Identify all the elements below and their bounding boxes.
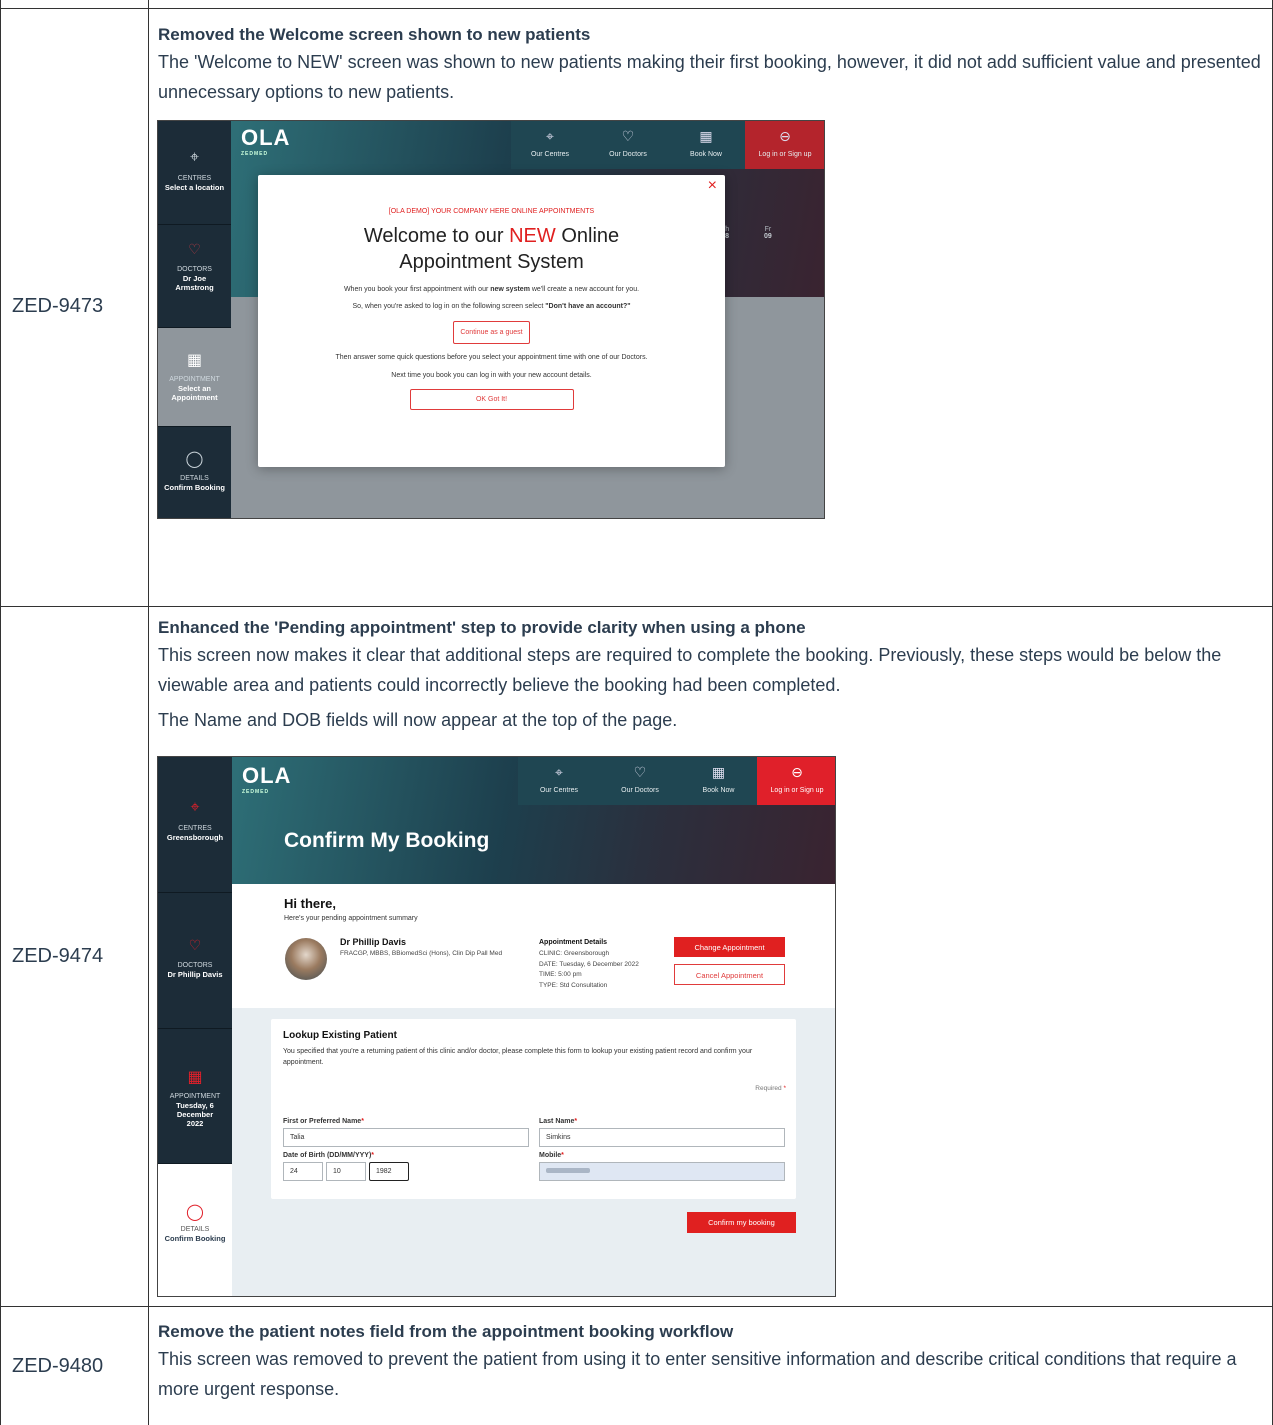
last-name-label: Last Name* [539, 1118, 578, 1125]
heart-pulse-icon: ♡ [633, 764, 647, 780]
confirm-booking-button[interactable]: Confirm my booking [687, 1212, 796, 1233]
step-appointment[interactable]: ▦ APPOINTMENT Select an Appointment [158, 328, 231, 427]
modal-line-2: So, when you're asked to log in on the f… [352, 303, 631, 310]
checkmark-circle-icon: ◯ [186, 1204, 204, 1221]
table-row: ZED-9480 Remove the patient notes field … [0, 1306, 1273, 1425]
dob-month-input[interactable]: 10 [326, 1162, 366, 1181]
step-doctors[interactable]: ♡ DOCTORS Dr Joe Armstrong [158, 225, 231, 328]
row-paragraph: This screen was removed to prevent the p… [158, 1349, 1237, 1399]
appointment-details-heading: Appointment Details [539, 939, 608, 946]
row-description: Removed the Welcome screen shown to new … [158, 23, 1263, 107]
row-description: Remove the patient notes field from the … [158, 1320, 1263, 1404]
nav-book-now[interactable]: ▦ Book Now [667, 121, 745, 169]
nav-book-now[interactable]: ▦ Book Now [680, 757, 757, 805]
modal-line-1: When you book your first appointment wit… [343, 286, 640, 293]
nav-our-centres[interactable]: ⌖ Our Centres [518, 757, 600, 805]
location-pin-icon: ⌖ [190, 799, 200, 816]
step-appointment[interactable]: ▦ APPOINTMENT Tuesday, 6 December 2022 [158, 1029, 232, 1164]
row-paragraph: This screen now makes it clear that addi… [158, 645, 1222, 695]
lookup-title: Lookup Existing Patient [283, 1030, 397, 1041]
required-note: Required * [755, 1085, 786, 1092]
hero-title: Confirm My Booking [284, 829, 490, 852]
doctor-avatar [285, 938, 327, 980]
ola-logo: OLA ZEDMED [241, 125, 291, 157]
nav-login-highlight[interactable]: ⊖ Log in or Sign up [757, 757, 835, 805]
checkmark-circle-icon: ◯ [185, 451, 204, 468]
calendar-icon: ▦ [711, 764, 726, 780]
appointment-details: CLINIC: Greensborough DATE: Tuesday, 6 D… [539, 950, 639, 989]
login-arrow-icon: ⊖ [791, 764, 803, 780]
modal-company: [OLA DEMO] YOUR COMPANY HERE ONLINE APPO… [388, 208, 595, 215]
dob-day-input[interactable]: 24 [283, 1162, 323, 1181]
ticket-id: ZED-9474 [12, 945, 104, 967]
ola-logo: OLA ZEDMED [242, 763, 292, 795]
release-notes-table: ZED-9473 Removed the Welcome screen show… [0, 0, 1273, 1425]
nav-login[interactable]: ⊖Log in or Sign up [745, 121, 824, 169]
location-pin-icon: ⌖ [189, 149, 199, 166]
heart-pulse-icon: ♡ [188, 937, 202, 953]
booking-steps-sidebar: ⌖ CENTRES Select a location ♡ DOCTORS Dr J… [158, 121, 231, 518]
lookup-card: Lookup Existing Patient You specified th… [271, 1019, 796, 1199]
ticket-id: ZED-9480 [12, 1355, 104, 1377]
calendar-icon: ▦ [186, 352, 203, 369]
row-description: Enhanced the 'Pending appointment' step … [158, 616, 1263, 735]
modal-line-3: Then answer some quick questions before … [335, 354, 648, 361]
continue-as-guest-button[interactable]: Continue as a guest [453, 321, 530, 344]
booking-steps-sidebar: ⌖ CENTRES Greensborough ♡ DOCTORS Dr Phill… [158, 757, 232, 1296]
calendar-day-fr: Fr 09 [764, 226, 772, 240]
row-heading: Removed the Welcome screen shown to new … [158, 25, 591, 44]
greeting: Hi there, [284, 896, 337, 911]
calendar-icon: ▦ [187, 1069, 203, 1086]
login-arrow-icon: ⊖ [779, 128, 791, 144]
calendar-icon: ▦ [699, 128, 713, 144]
close-icon[interactable]: × [708, 177, 717, 195]
row-paragraph: The 'Welcome to NEW' screen was shown to… [158, 52, 1261, 102]
table-row: ZED-9473 Removed the Welcome screen show… [0, 8, 1273, 606]
modal-title: Welcome to our NEW Online Appointment Sys… [363, 225, 620, 273]
row-heading: Remove the patient notes field from the … [158, 1322, 734, 1341]
nav-our-centres[interactable]: ⌖ Our Centres [511, 121, 589, 169]
first-name-label: First or Preferred Name* [283, 1118, 364, 1125]
dob-year-input[interactable]: 1982 [369, 1162, 409, 1181]
step-details[interactable]: ◯ DETAILS Confirm Booking [158, 427, 231, 518]
doctor-name: Dr Phillip Davis [340, 937, 407, 947]
dob-label: Date of Birth (DD/MM/YYY)* [283, 1152, 375, 1159]
mobile-label: Mobile* [539, 1152, 564, 1159]
lookup-description: You specified that you're a returning pa… [283, 1048, 753, 1066]
ticket-id: ZED-9473 [12, 295, 104, 317]
welcome-modal-screenshot: OLA ZEDMED ⌖ Our Centres ♡ Our Doctors ▦ Bo… [157, 120, 825, 519]
mobile-input[interactable] [539, 1162, 785, 1181]
first-name-input[interactable]: Talia [283, 1128, 529, 1147]
location-pin-icon: ⌖ [555, 764, 563, 780]
heart-pulse-icon: ♡ [188, 241, 201, 257]
heart-pulse-icon: ♡ [621, 128, 635, 144]
location-pin-icon: ⌖ [546, 128, 554, 144]
doctor-qualifications: FRACGP, MBBS, BBiomedSci (Hons), Clin Di… [340, 950, 503, 957]
top-nav: ⌖Our Centres ♡Our Doctors ▦Book Now ⊖Log… [511, 121, 824, 169]
row-heading: Enhanced the 'Pending appointment' step … [158, 618, 806, 637]
step-centres[interactable]: ⌖ CENTRES Greensborough [158, 757, 232, 893]
nav-our-doctors[interactable]: ♡ Our Doctors [600, 757, 680, 805]
last-name-input[interactable]: Simkins [539, 1128, 785, 1147]
confirm-booking-screenshot: OLA ZEDMED ⌖ Our Centres ♡ Our Doctors ▦ Bo… [157, 756, 836, 1297]
table-row: ZED-9474 Enhanced the 'Pending appointme… [0, 606, 1273, 1306]
welcome-modal: × [OLA DEMO] YOUR COMPANY HERE ONLINE AP… [258, 175, 725, 467]
row-paragraph: The Name and DOB fields will now appear … [158, 710, 678, 730]
change-appointment-button[interactable]: Change Appointment [674, 937, 785, 957]
ok-got-it-button[interactable]: OK Got It! [409, 389, 574, 410]
nav-our-doctors[interactable]: ♡ Our Doctors [589, 121, 667, 169]
greeting-subtitle: Here's your pending appointment summary [284, 915, 418, 922]
cancel-appointment-button[interactable]: Cancel Appointment [674, 964, 785, 985]
step-doctors[interactable]: ♡ DOCTORS Dr Phillip Davis [158, 893, 232, 1029]
redacted-mobile [546, 1168, 590, 1173]
step-details[interactable]: ◯ DETAILS Confirm Booking [158, 1164, 232, 1296]
step-centres[interactable]: ⌖ CENTRES Select a location [158, 121, 231, 225]
modal-line-4: Next time you book you can log in with y… [391, 372, 592, 379]
